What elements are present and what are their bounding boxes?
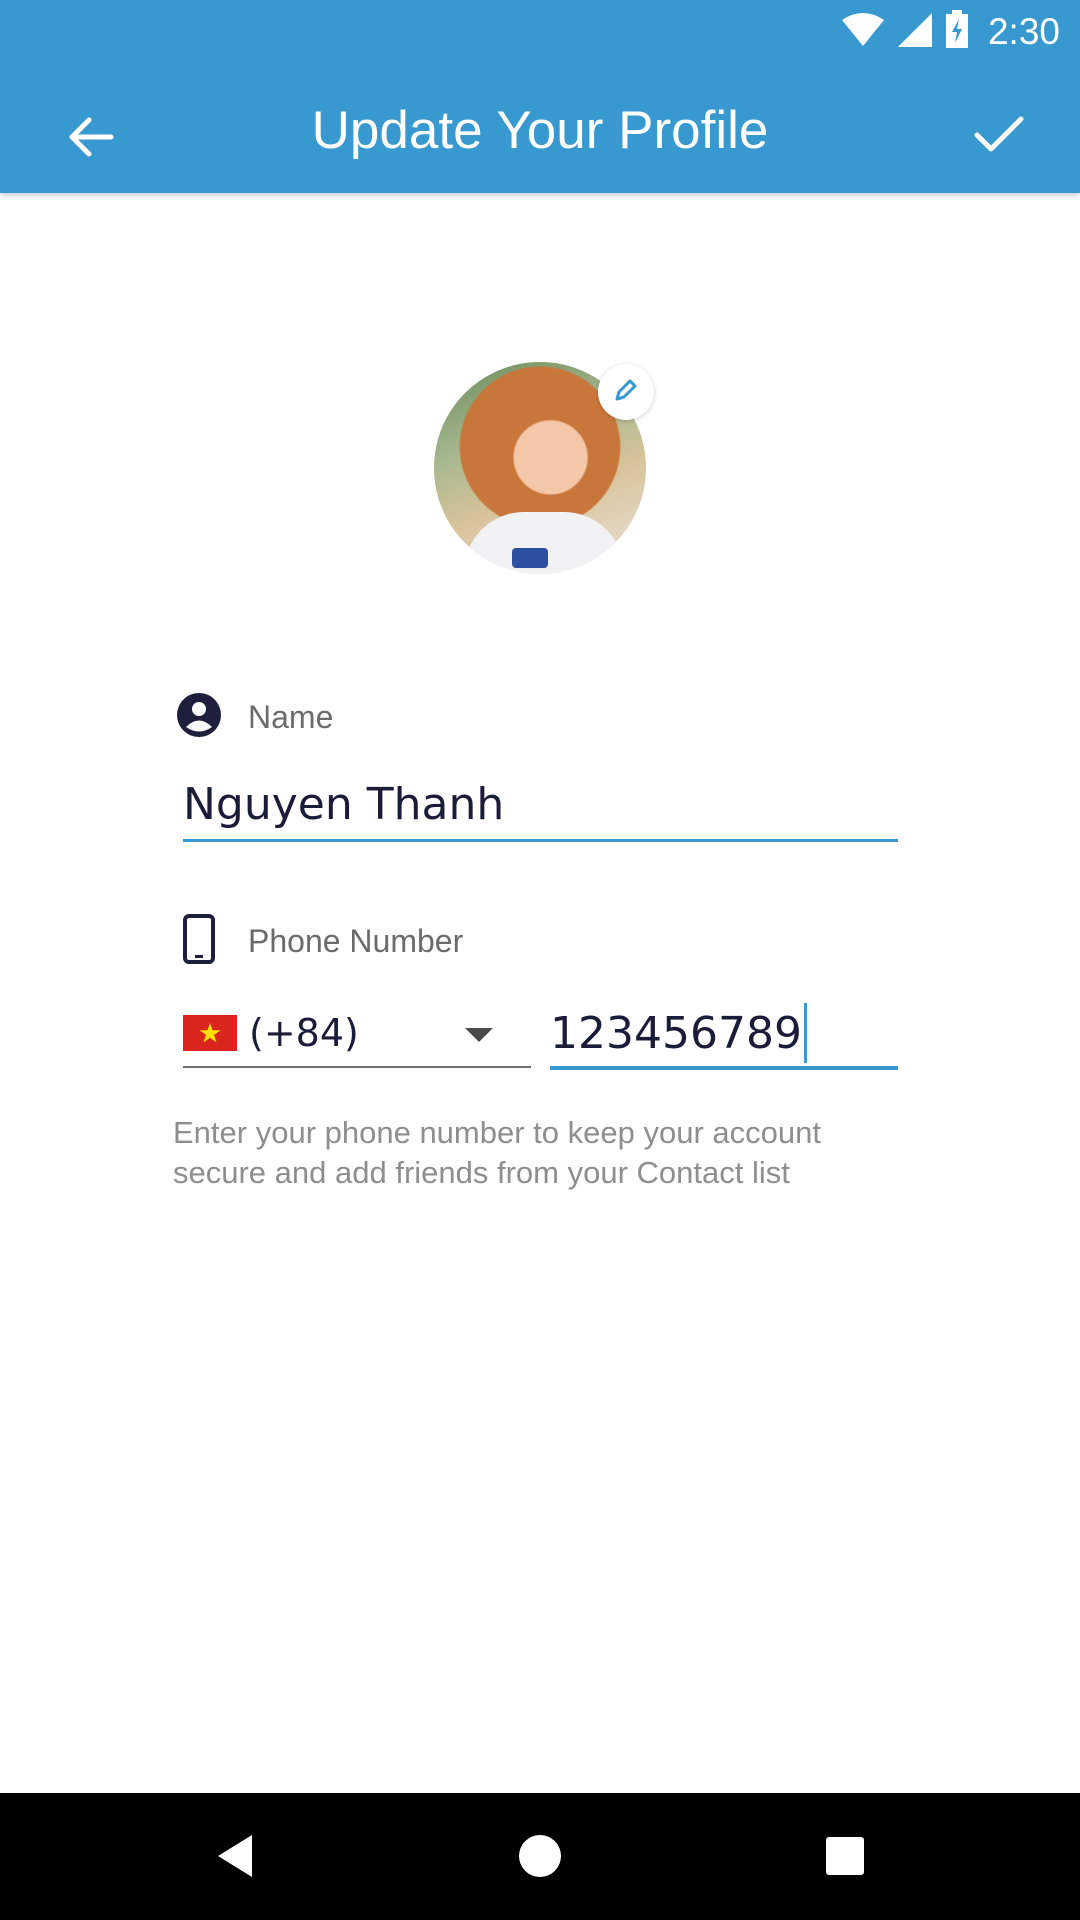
chevron-down-icon: [465, 1028, 493, 1042]
name-label: Name: [248, 699, 334, 735]
clock: 2:30: [987, 11, 1060, 52]
nav-home-button[interactable]: [505, 1823, 575, 1893]
phone-label: Phone Number: [248, 923, 464, 959]
country-code-dropdown[interactable]: (+84): [183, 1000, 531, 1068]
text-cursor: [803, 1003, 807, 1063]
edit-avatar-button[interactable]: [598, 364, 654, 420]
pencil-icon: [613, 377, 639, 408]
avatar-container: [434, 362, 654, 574]
confirm-button[interactable]: [963, 101, 1035, 173]
smartphone-icon: [176, 914, 222, 969]
account-circle-icon: [176, 692, 222, 743]
status-bar: 2:30: [0, 0, 1080, 63]
app-bar: Update Your Profile: [0, 63, 1080, 193]
name-label-row: Name: [176, 692, 333, 743]
country-code: (+84): [249, 1011, 359, 1055]
page-title: Update Your Profile: [311, 101, 769, 160]
nav-back-icon: [214, 1833, 256, 1884]
system-nav-bar: [0, 1793, 1080, 1920]
battery-charging-icon: [944, 9, 970, 55]
phone-hint-text: Enter your phone number to keep your acc…: [173, 1115, 821, 1190]
phone-label-row: Phone Number: [176, 914, 463, 969]
phone-number-field[interactable]: 123456789: [550, 1000, 898, 1070]
nav-back-button[interactable]: [200, 1823, 270, 1893]
name-field[interactable]: [183, 770, 898, 842]
checkmark-icon: [973, 115, 1025, 160]
cell-signal-icon: [896, 11, 934, 54]
nav-recents-button[interactable]: [810, 1823, 880, 1893]
vietnam-flag-icon: [183, 1015, 237, 1051]
phone-number-value: 123456789: [550, 1007, 802, 1059]
nav-recents-icon: [825, 1836, 865, 1881]
wifi-icon: [840, 12, 886, 53]
nav-home-icon: [518, 1834, 562, 1883]
